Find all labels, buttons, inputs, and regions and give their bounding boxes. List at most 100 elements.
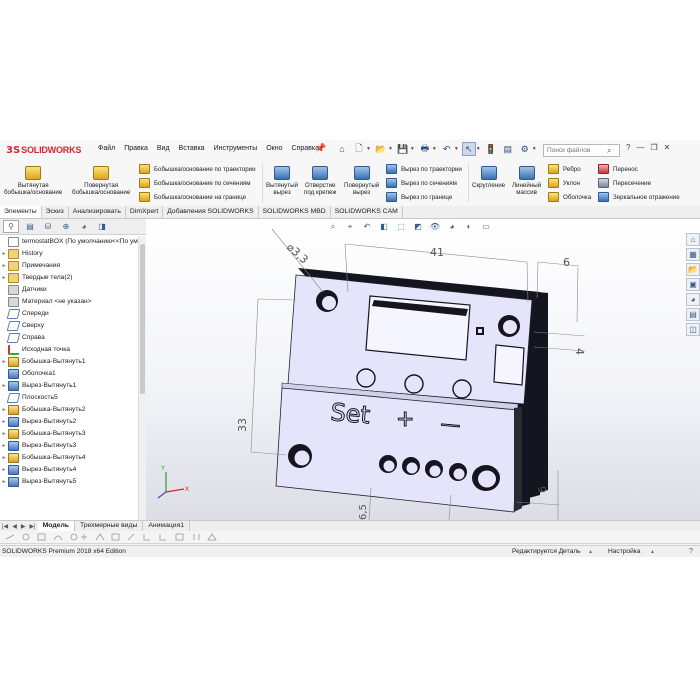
feature-tree-item[interactable]: Справа [0, 332, 138, 344]
prev-tab-icon[interactable]: ◀ [10, 523, 19, 530]
help-icon[interactable]: ? [686, 547, 696, 556]
search-input[interactable] [544, 147, 607, 154]
scrollbar-thumb[interactable] [140, 244, 145, 394]
resources-icon[interactable]: ⌂ [686, 233, 700, 246]
feature-tree-item[interactable]: ▸ Вырез-Вытянуть2 [0, 416, 138, 428]
menu-item[interactable]: Правка [124, 145, 148, 152]
search-files-box[interactable]: ⌕ [543, 144, 620, 157]
extruded-cut-button[interactable]: Вытянутый вырез [266, 166, 298, 196]
expand-arrow-icon[interactable]: ▸ [0, 428, 8, 440]
feature-tree-item[interactable]: Сверху [0, 320, 138, 332]
fillet-button[interactable]: Скругление [472, 166, 505, 189]
swept-cut-button[interactable]: Вырез по траектории [386, 164, 462, 174]
view-orientation-icon[interactable]: ⬚ [394, 221, 408, 232]
expand-arrow-icon[interactable]: ▸ [0, 380, 8, 392]
revolved-cut-button[interactable]: Повернутый вырез [344, 166, 379, 196]
expand-arrow-icon[interactable]: ▸ [0, 248, 8, 260]
draft-button[interactable]: Уклон [548, 178, 580, 188]
home-icon[interactable]: ⌂ [335, 142, 349, 156]
feature-tree-item[interactable]: Исходная точка [0, 344, 138, 356]
design-library-icon[interactable]: ▦ [686, 248, 700, 261]
feature-tree-item[interactable]: Оболочка1 [0, 368, 138, 380]
model-view-tab[interactable]: Трехмерные виды [75, 521, 144, 531]
chevron-down-icon[interactable]: ▼ [366, 146, 371, 152]
dimxpert-manager-tab-icon[interactable]: ⊕ [59, 221, 73, 232]
intersect-button[interactable]: Пересечение [598, 178, 651, 188]
expand-arrow-icon[interactable]: ▸ [0, 464, 8, 476]
feature-tree-item[interactable]: ▸ History [0, 248, 138, 260]
property-manager-tab-icon[interactable]: ▤ [23, 221, 37, 232]
feature-tree-item[interactable]: ▸ Примечания [0, 260, 138, 272]
menu-item[interactable]: Инструменты [214, 145, 258, 152]
restore-icon[interactable]: ❐ [650, 143, 657, 152]
command-tab[interactable]: Эскиз [42, 206, 69, 218]
command-tab[interactable]: Добавления SOLIDWORKS [163, 206, 259, 218]
chevron-down-icon[interactable]: ▼ [388, 146, 393, 152]
feature-tree-item[interactable]: Плоскость5 [0, 392, 138, 404]
chevron-down-icon[interactable]: ▼ [532, 146, 537, 152]
feature-tree-item[interactable]: ▸ Бобышка-Вытянуть1 [0, 356, 138, 368]
command-tab[interactable]: DimXpert [126, 206, 164, 218]
graphics-area[interactable]: Set + — ⌀3,3 41 6 4 33 6 6,5 Y X ⌕ ⌖ ↶ ◧… [146, 219, 700, 520]
hide-show-icon[interactable]: 👁 [428, 221, 442, 232]
hole-wizard-button[interactable]: Отверстие под крепеж [304, 166, 336, 196]
expand-arrow-icon[interactable]: ▸ [0, 452, 8, 464]
chevron-down-icon[interactable]: ▼ [410, 146, 415, 152]
view-palette-icon[interactable]: ▣ [686, 278, 700, 291]
revolved-boss-button[interactable]: Повернутая бобышка/основание [72, 166, 130, 196]
feature-tree-item[interactable]: ▸ Вырез-Вытянуть5 [0, 476, 138, 488]
display-style-icon[interactable]: ◩ [411, 221, 425, 232]
view-settings-icon[interactable]: ▭ [479, 221, 493, 232]
last-tab-icon[interactable]: ▶| [27, 523, 37, 530]
custom-properties-icon[interactable]: ▤ [686, 308, 700, 321]
chevron-down-icon[interactable]: ▼ [432, 146, 437, 152]
scenes-icon[interactable]: ◐ [462, 221, 476, 232]
solidworks-logo[interactable]: 3S SOLIDWORKS [6, 143, 81, 157]
command-tab[interactable]: Анализировать [69, 206, 126, 218]
feature-tree-item[interactable]: ▸ Бобышка-Вытянуть2 [0, 404, 138, 416]
rebuild-icon[interactable]: 🚦 [484, 142, 498, 156]
print-icon[interactable]: 🖶 [418, 142, 432, 156]
expand-arrow-icon[interactable]: ▸ [0, 356, 8, 368]
expand-arrow-icon[interactable]: ▸ [0, 416, 8, 428]
new-document-icon[interactable]: 🗋 [352, 142, 366, 156]
feature-tree-item[interactable]: ▸ Бобышка-Вытянуть4 [0, 452, 138, 464]
display-manager-tab-icon[interactable]: ◕ [77, 221, 91, 232]
menu-item[interactable]: Вставка [179, 145, 205, 152]
zoom-area-icon[interactable]: ⌖ [343, 221, 357, 232]
linear-pattern-button[interactable]: Линейный массив [512, 166, 541, 196]
model-view-tab[interactable]: Модель [37, 521, 75, 531]
feature-tree-item[interactable]: ▸ Бобышка-Вытянуть3 [0, 428, 138, 440]
previous-view-icon[interactable]: ↶ [360, 221, 374, 232]
expand-arrow-icon[interactable]: ▸ [0, 272, 8, 284]
command-tab[interactable]: Элементы [0, 206, 42, 218]
feature-manager-tab-icon[interactable]: ⚲ [3, 220, 19, 233]
feature-tree-item[interactable]: Датчики [0, 284, 138, 296]
feature-tree-item[interactable]: Материал <не указан> [0, 296, 138, 308]
shell-button[interactable]: Оболочка [548, 192, 591, 202]
help-icon[interactable]: ? [626, 143, 630, 152]
tree-vertical-scrollbar[interactable] [138, 236, 146, 528]
file-explorer-icon[interactable]: 📂 [686, 263, 700, 276]
section-view-icon[interactable]: ◧ [377, 221, 391, 232]
close-icon[interactable]: ✕ [664, 143, 671, 152]
menu-item[interactable]: Файл [98, 145, 115, 152]
expand-arrow-icon[interactable]: ▸ [0, 476, 8, 488]
feature-tree-item[interactable]: termostatBOX (По умолчанию<<По ум [0, 236, 138, 248]
expand-arrow-icon[interactable]: ▸ [0, 404, 8, 416]
feature-tree-item[interactable]: ▸ Вырез-Вытянуть1 [0, 380, 138, 392]
menu-item[interactable]: Окно [266, 145, 282, 152]
chevron-down-icon[interactable]: ▼ [476, 146, 481, 152]
configuration-manager-tab-icon[interactable]: ⛁ [41, 221, 55, 232]
feature-tree-item[interactable]: Спереди [0, 308, 138, 320]
expand-arrow-icon[interactable]: ▸ [0, 260, 8, 272]
zoom-to-fit-icon[interactable]: ⌕ [326, 221, 340, 232]
pin-menu-icon[interactable]: 📌 [315, 143, 326, 154]
customize-button[interactable]: Настройка [608, 546, 640, 557]
search-icon[interactable]: ⌕ [607, 146, 611, 156]
boundary-boss-button[interactable]: Бобышка/основание на границе [139, 192, 246, 202]
mirror-button[interactable]: Зеркальное отражение [598, 192, 680, 202]
appearances-icon[interactable]: ◕ [686, 293, 700, 306]
feature-tree-item[interactable]: ▸ Твердые тела(2) [0, 272, 138, 284]
move-button[interactable]: Перенос [598, 164, 638, 174]
